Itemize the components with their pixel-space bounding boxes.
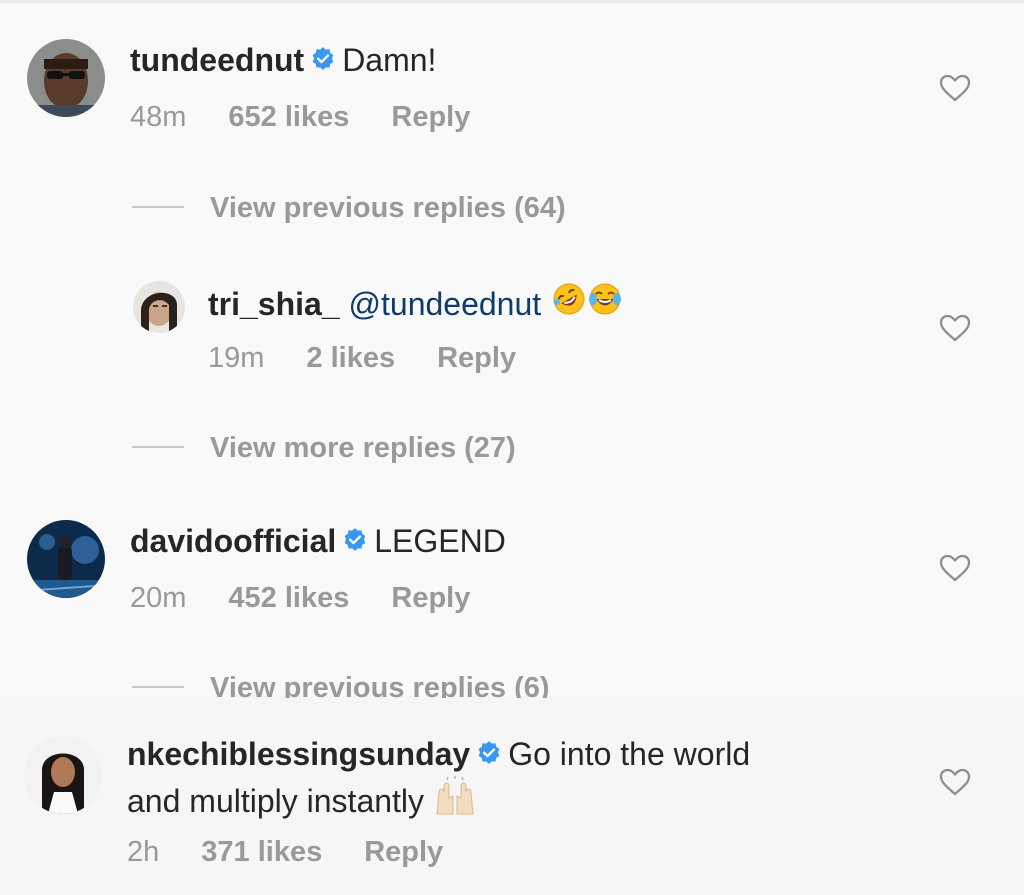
likes-count[interactable]: 371 likes (201, 834, 322, 870)
comment-text: Go into the world (508, 736, 751, 772)
username[interactable]: nkechiblessingsunday (127, 736, 470, 772)
avatar[interactable] (24, 736, 102, 814)
comment-meta: 2h 371 likes Reply (127, 834, 443, 870)
divider-dash (132, 686, 184, 689)
reply-button[interactable]: Reply (364, 834, 443, 870)
comment-line: nkechiblessingsunday Go into the world (127, 734, 750, 779)
view-replies-label: View previous replies (6) (210, 672, 550, 698)
view-replies-link[interactable]: View previous replies (6) (132, 670, 550, 698)
clip-region: View previous replies (6) (0, 0, 1024, 698)
verified-badge-icon (476, 735, 502, 775)
comment-line-continued: and multiply instantly (127, 776, 477, 831)
heart-icon[interactable] (939, 768, 971, 801)
comment-text: and multiply instantly (127, 782, 425, 819)
raising-hands-emoji (433, 776, 477, 825)
comment-time: 2h (127, 836, 160, 868)
